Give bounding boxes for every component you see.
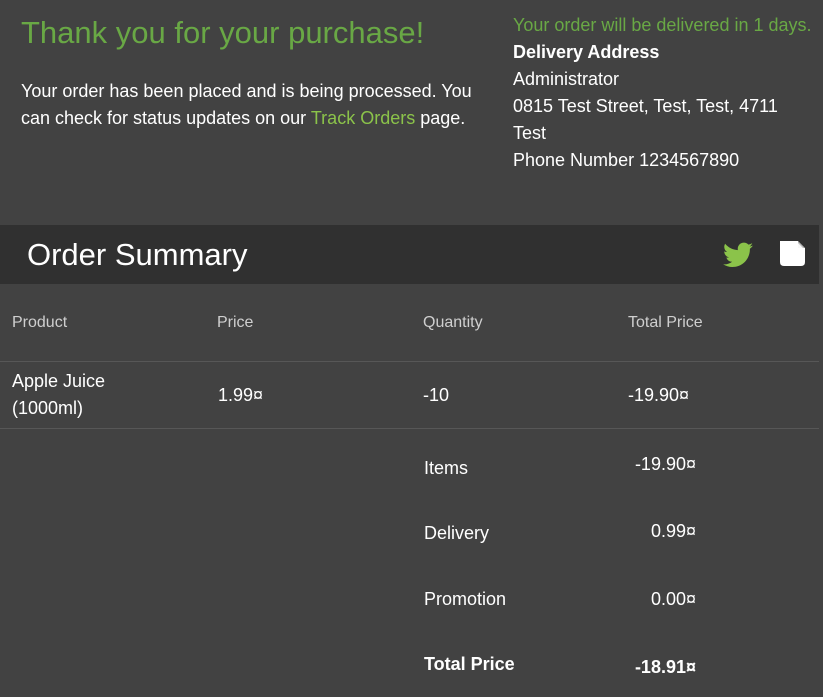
product-name: Apple Juice (1000ml) — [12, 371, 106, 418]
order-items-table: Product Price Quantity Total Price Apple… — [0, 284, 819, 429]
total-price-label: Total Price — [424, 654, 515, 674]
order-summary-title: Order Summary — [27, 237, 248, 272]
thank-you-title: Thank you for your purchase! — [21, 15, 425, 50]
promotion-label: Promotion — [424, 589, 507, 609]
promotion-value: 0.00¤ — [650, 589, 696, 609]
items-value: -19.90¤ — [634, 454, 696, 474]
confirmation-section: Thank you for your purchase! Your order … — [0, 0, 823, 225]
items-label: Items — [424, 458, 469, 478]
product-quantity: -10 — [423, 385, 450, 405]
delivery-eta: Your order will be delivered in 1 days. — [513, 15, 812, 35]
total-price-value: -18.91¤ — [634, 657, 696, 677]
delivery-address-line1: 0815 Test Street, Test, Test, 4711 — [513, 96, 778, 116]
confirmation-message: Your order has been placed and is being … — [21, 78, 491, 132]
delivery-name: Administrator — [513, 69, 620, 89]
delivery-phone: Phone Number 1234567890 — [513, 150, 740, 170]
product-total: -19.90¤ — [628, 385, 690, 405]
delivery-value: 0.99¤ — [650, 521, 696, 541]
note-icon[interactable] — [777, 239, 807, 269]
order-summary-header: Order Summary — [0, 225, 819, 284]
column-header-product: Product — [12, 314, 68, 331]
track-orders-link[interactable]: Track Orders — [311, 108, 415, 128]
table-header: Product Price Quantity Total Price — [0, 284, 819, 362]
twitter-icon-svg — [723, 242, 753, 267]
table-row: Apple Juice (1000ml) 1.99¤ -10 -19.90¤ — [0, 362, 819, 429]
column-header-quantity: Quantity — [423, 314, 483, 331]
column-header-price: Price — [217, 314, 254, 331]
note-icon-svg — [780, 241, 805, 266]
delivery-info: Your order will be delivered in 1 days. … — [513, 12, 813, 174]
delivery-label: Delivery — [424, 523, 490, 543]
delivery-address-line2: Test — [513, 123, 547, 143]
confirmation-message-suffix: page. — [415, 108, 466, 128]
delivery-address-heading: Delivery Address — [513, 42, 660, 62]
product-price: 1.99¤ — [218, 385, 264, 405]
order-totals: Items -19.90¤ Delivery 0.99¤ Promotion 0… — [0, 429, 819, 697]
column-header-total-price: Total Price — [628, 314, 703, 331]
twitter-icon[interactable] — [723, 242, 753, 268]
